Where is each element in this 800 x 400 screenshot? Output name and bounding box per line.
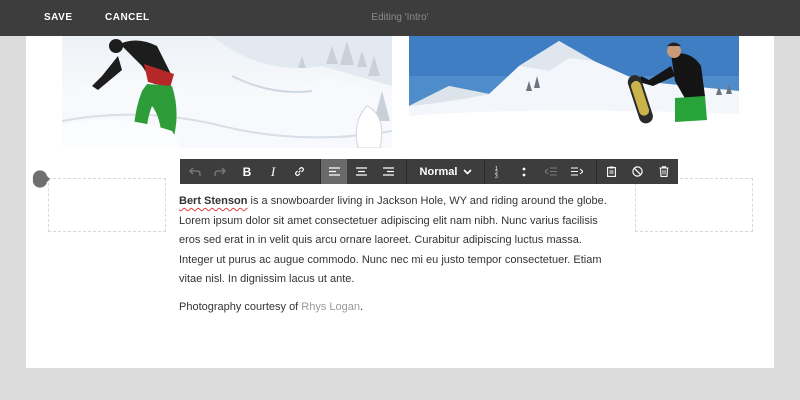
align-center-icon: [355, 167, 367, 176]
photographer-link[interactable]: Rhys Logan: [301, 301, 360, 313]
svg-text:3: 3: [495, 174, 498, 178]
align-right-icon: [382, 167, 394, 176]
ordered-list-icon: 123: [495, 166, 498, 178]
text-style-value: Normal: [419, 165, 458, 178]
photo-credit: Photography courtesy of Rhys Logan.: [179, 298, 619, 318]
empty-block-left[interactable]: [48, 178, 166, 232]
italic-icon: I: [270, 163, 276, 179]
link-icon: [294, 167, 304, 176]
redo-icon: [214, 167, 226, 176]
name-strong: Bert Stenson: [179, 195, 248, 207]
page-canvas: B I Normal 123 Bert Stenson is a snowboa…: [26, 36, 774, 368]
indent-button[interactable]: [564, 159, 590, 184]
undo-button[interactable]: [183, 159, 207, 184]
paste-button[interactable]: [598, 159, 624, 184]
chevron-down-icon: [463, 168, 473, 175]
redo-button[interactable]: [208, 159, 232, 184]
cancel-button[interactable]: CANCEL: [105, 0, 150, 36]
outdent-icon: [545, 167, 557, 176]
intro-text-block[interactable]: Bert Stenson is a snowboarder living in …: [179, 192, 619, 317]
credit-suffix: .: [360, 300, 364, 313]
text-style-select[interactable]: Normal: [410, 159, 482, 184]
empty-block-right[interactable]: [635, 178, 753, 232]
undo-icon: [189, 167, 201, 176]
snowboarder-holding-board-photo: [409, 36, 739, 148]
unordered-list-icon: [522, 167, 526, 176]
clear-format-icon: [631, 166, 643, 177]
clear-format-button[interactable]: [624, 159, 650, 184]
ordered-list-button[interactable]: 123: [485, 159, 511, 184]
italic-button[interactable]: I: [260, 159, 286, 184]
outdent-button[interactable]: [538, 159, 564, 184]
align-left-button[interactable]: [321, 159, 347, 184]
link-button[interactable]: [286, 159, 312, 184]
editor-top-bar: Editing 'Intro' SAVE CANCEL: [0, 0, 800, 36]
credit-prefix: Photography courtesy of: [179, 300, 302, 313]
delete-block-button[interactable]: [651, 159, 677, 184]
trash-icon: [659, 166, 669, 177]
paste-icon: [606, 166, 616, 177]
drag-handle-icon: [32, 170, 50, 188]
bold-button[interactable]: B: [234, 159, 260, 184]
intro-paragraph: Bert Stenson is a snowboarder living in …: [179, 192, 619, 290]
unordered-list-button[interactable]: [511, 159, 537, 184]
align-right-button[interactable]: [375, 159, 401, 184]
align-center-button[interactable]: [348, 159, 374, 184]
snowboarder-in-deep-snow-photo: [62, 36, 392, 148]
align-left-icon: [328, 167, 340, 176]
bold-icon: B: [242, 164, 252, 179]
indent-icon: [571, 167, 583, 176]
block-drag-handle[interactable]: [31, 170, 51, 188]
paragraph-text: is a snowboarder living in Jackson Hole,…: [179, 195, 607, 285]
save-button[interactable]: SAVE: [44, 0, 73, 36]
formatting-toolbar: B I Normal 123: [180, 159, 678, 184]
